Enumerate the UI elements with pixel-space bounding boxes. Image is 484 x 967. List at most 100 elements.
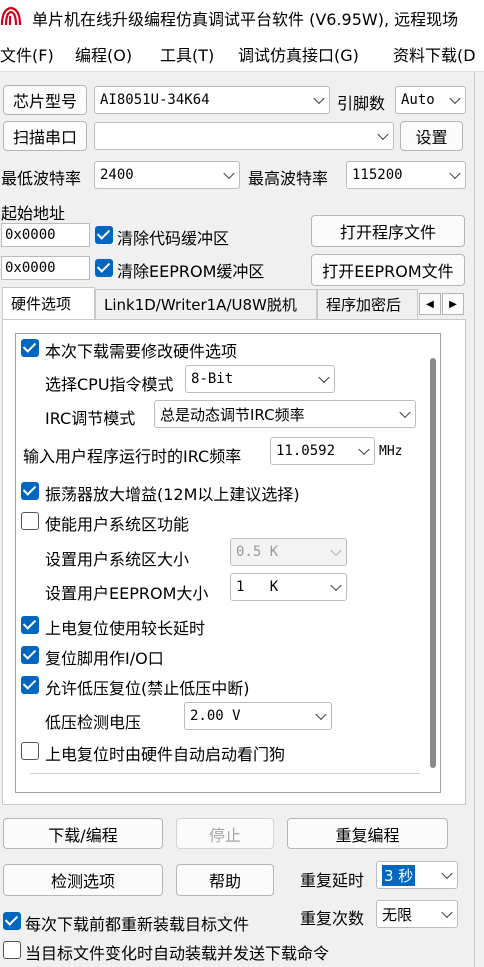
repeat-program-button[interactable]: 重复编程: [287, 818, 448, 849]
clear-eeprom-label: 清除EEPROM缓冲区: [117, 262, 265, 281]
tab-encryption[interactable]: 程序加密后: [317, 289, 418, 319]
user-sys-size-value: 0.5 K: [236, 544, 279, 560]
irc-freq-select[interactable]: 11.0592: [270, 437, 375, 465]
osc-gain-checkbox[interactable]: [21, 482, 39, 500]
irc-freq-unit: MHz: [379, 444, 403, 459]
help-button[interactable]: 帮助: [176, 864, 274, 896]
cpu-mode-label: 选择CPU指令模式: [45, 375, 174, 394]
user-sys-size-select[interactable]: 0.5 K: [230, 538, 347, 566]
lvr-label: 允许低压复位(禁止低压中断): [45, 679, 250, 698]
menu-debug[interactable]: 调试仿真接口(G): [238, 42, 359, 66]
reset-io-label: 复位脚用作I/O口: [45, 649, 164, 668]
reload-checkbox[interactable]: [3, 912, 21, 930]
tab-scroll-left-icon[interactable]: ◀: [419, 293, 441, 315]
irc-mode-value: 总是动态调节IRC频率: [160, 405, 305, 424]
chevron-down-icon: [313, 92, 325, 105]
panel-divider: [30, 773, 420, 774]
lvd-label: 低压检测电压: [45, 713, 142, 732]
scan-port-button[interactable]: 扫描串口: [3, 121, 87, 151]
max-baud-value: 115200: [352, 167, 403, 183]
chevron-down-icon: [315, 708, 327, 721]
max-baud-label: 最高波特率: [248, 169, 329, 188]
download-button[interactable]: 下载/编程: [3, 818, 163, 849]
tab-hardware-options[interactable]: 硬件选项: [2, 287, 95, 319]
chevron-down-icon: [223, 167, 235, 180]
check-options-button[interactable]: 检测选项: [3, 864, 163, 896]
menu-download[interactable]: 资料下载(D: [393, 42, 476, 66]
irc-freq-value: 11.0592: [276, 443, 336, 459]
chip-model-button[interactable]: 芯片型号: [3, 85, 87, 115]
max-baud-select[interactable]: 115200: [346, 161, 466, 189]
clear-eeprom-checkbox[interactable]: [95, 259, 113, 277]
repeat-delay-value: 3 秒: [382, 864, 416, 886]
start-address-label: 起始地址: [1, 204, 66, 223]
chevron-down-icon: [377, 128, 389, 141]
cpu-mode-select[interactable]: 8-Bit: [185, 365, 335, 393]
eeprom-size-label: 设置用户EEPROM大小: [45, 584, 209, 603]
chevron-down-icon: [358, 443, 370, 456]
clear-code-checkbox[interactable]: [95, 226, 113, 244]
lvr-checkbox[interactable]: [21, 676, 39, 694]
modify-hw-checkbox[interactable]: [21, 339, 39, 357]
clear-code-label: 清除代码缓冲区: [117, 229, 230, 248]
eeprom-size-value: 1 K: [236, 579, 279, 595]
repeat-count-label: 重复次数: [300, 909, 365, 928]
eeprom-size-select[interactable]: 1 K: [230, 573, 347, 601]
pin-count-label: 引脚数: [337, 94, 386, 113]
code-address-input[interactable]: 0x0000: [1, 223, 90, 247]
wdt-checkbox[interactable]: [21, 742, 39, 760]
chip-model-select[interactable]: AI8051U-34K64: [94, 86, 330, 114]
min-baud-label: 最低波特率: [1, 169, 82, 188]
reload-label: 每次下载前都重新装载目标文件: [25, 915, 250, 934]
auto-send-checkbox[interactable]: [3, 941, 21, 959]
user-sys-checkbox[interactable]: [21, 512, 39, 530]
long-delay-checkbox[interactable]: [21, 616, 39, 634]
serial-port-select[interactable]: [94, 122, 394, 150]
user-sys-size-label: 设置用户系统区大小: [45, 550, 190, 569]
lvd-value: 2.00 V: [190, 708, 241, 724]
pin-count-select[interactable]: Auto: [395, 86, 466, 114]
open-eeprom-button[interactable]: 打开EEPROM文件: [311, 254, 465, 286]
modify-hw-label: 本次下载需要修改硬件选项: [45, 342, 238, 361]
chevron-down-icon: [330, 579, 342, 592]
pin-count-value: Auto: [401, 92, 435, 108]
chevron-down-icon: [449, 92, 461, 105]
irc-freq-label: 输入用户程序运行时的IRC频率: [23, 447, 242, 466]
reset-io-checkbox[interactable]: [21, 646, 39, 664]
wdt-label: 上电复位时由硬件自动启动看门狗: [45, 745, 286, 764]
irc-mode-label: IRC调节模式: [45, 409, 136, 428]
settings-button[interactable]: 设置: [400, 121, 463, 151]
app-logo-icon: [0, 6, 22, 26]
user-sys-label: 使能用户系统区功能: [45, 515, 190, 534]
menu-program[interactable]: 编程(O): [75, 42, 132, 66]
menu-file[interactable]: 文件(F): [0, 42, 54, 66]
open-program-button[interactable]: 打开程序文件: [311, 215, 465, 247]
chevron-down-icon: [318, 371, 330, 384]
tab-strip: 硬件选项 Link1D/Writer1A/U8W脱机 程序加密后 ◀ ▶: [0, 287, 466, 319]
repeat-delay-label: 重复延时: [300, 871, 365, 890]
right-panel-edge: [474, 72, 484, 967]
stop-button[interactable]: 停止: [176, 818, 274, 849]
panel-scrollbar[interactable]: [430, 358, 436, 768]
auto-send-label: 当目标文件变化时自动装载并发送下载命令: [25, 944, 330, 963]
lvd-select[interactable]: 2.00 V: [184, 702, 332, 730]
chevron-down-icon: [441, 867, 453, 880]
eeprom-address-input[interactable]: 0x0000: [1, 256, 90, 280]
long-delay-label: 上电复位使用较长延时: [45, 619, 206, 638]
irc-mode-select[interactable]: 总是动态调节IRC频率: [154, 400, 416, 428]
repeat-count-select[interactable]: 无限: [376, 900, 458, 928]
chevron-down-icon: [449, 167, 461, 180]
chevron-down-icon: [399, 406, 411, 419]
min-baud-value: 2400: [100, 167, 134, 183]
chip-model-value: AI8051U-34K64: [100, 92, 210, 108]
min-baud-select[interactable]: 2400: [94, 161, 240, 189]
tab-scroll-right-icon[interactable]: ▶: [442, 293, 464, 315]
chevron-down-icon: [330, 544, 342, 557]
tab-link1d-writer[interactable]: Link1D/Writer1A/U8W脱机: [95, 289, 317, 319]
menu-tools[interactable]: 工具(T): [160, 42, 214, 66]
chevron-down-icon: [441, 906, 453, 919]
repeat-delay-select[interactable]: 3 秒: [376, 861, 458, 889]
cpu-mode-value: 8-Bit: [191, 371, 234, 387]
osc-gain-label: 振荡器放大增益(12M以上建议选择): [45, 485, 300, 504]
window-title: 单片机在线升级编程仿真调试平台软件 (V6.95W), 远程现场: [32, 10, 459, 29]
